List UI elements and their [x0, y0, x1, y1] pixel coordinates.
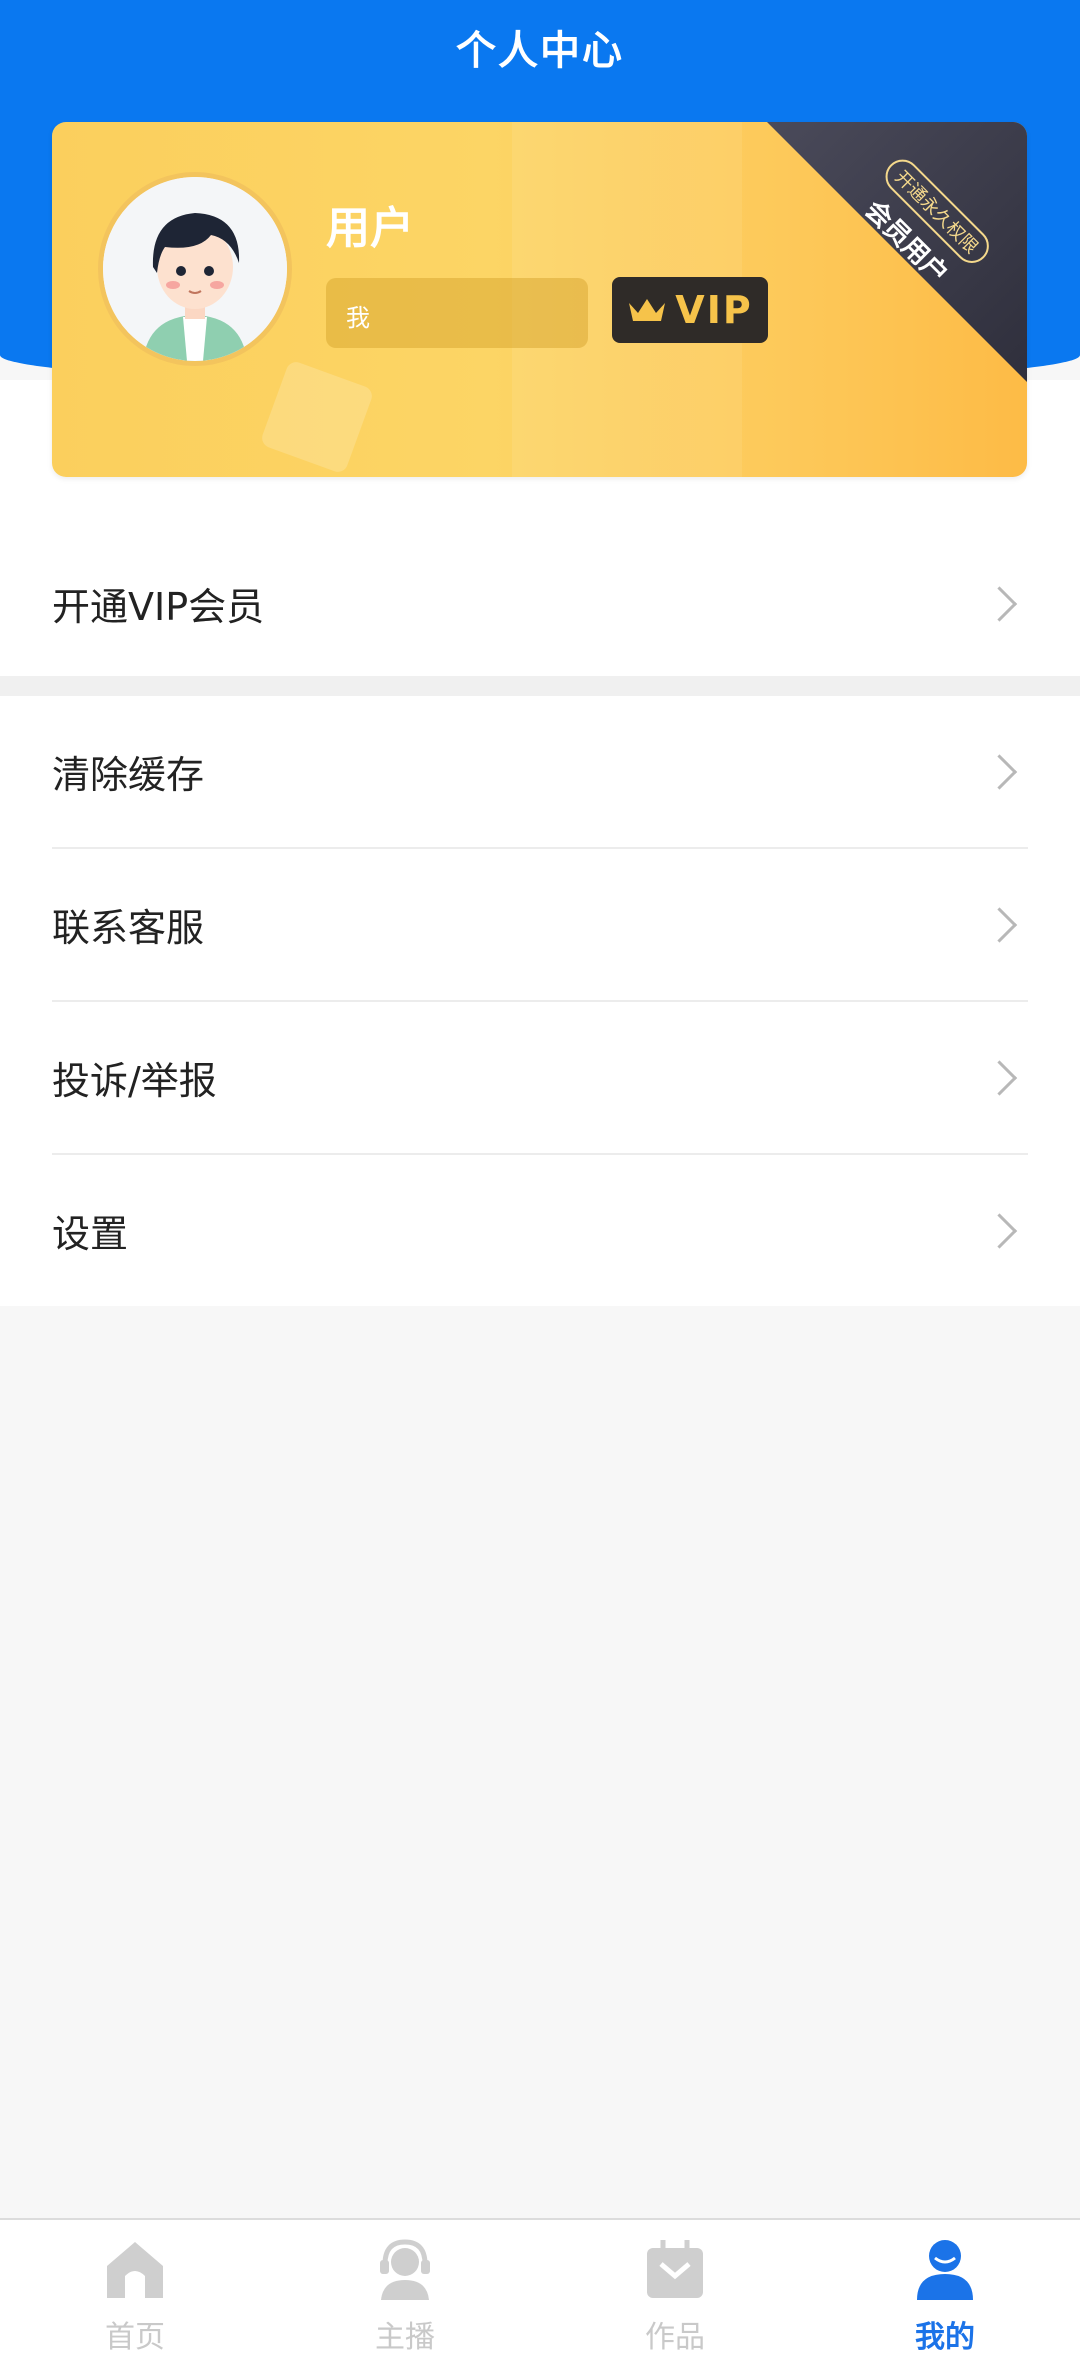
- menu-item-settings[interactable]: 设置: [52, 1155, 1028, 1306]
- home-icon: [107, 2242, 163, 2298]
- user-icon: [917, 2240, 973, 2300]
- menu-item-clear-cache[interactable]: 清除缓存: [52, 696, 1028, 849]
- menu-item-vip[interactable]: 开通VIP会员: [52, 528, 1028, 679]
- menu-label-clear-cache: 清除缓存: [52, 753, 205, 797]
- headset-icon: [380, 2239, 430, 2300]
- vip-label: VIP: [675, 288, 753, 332]
- tab-works[interactable]: 作品: [540, 2220, 810, 2375]
- menu-label-vip: 开通VIP会员: [52, 585, 265, 629]
- chevron-right-icon: [981, 1059, 1018, 1096]
- works-icon: [647, 2240, 703, 2298]
- chevron-right-icon: [981, 1212, 1018, 1249]
- vip-badge[interactable]: VIP: [612, 277, 768, 343]
- menu-group-vip: 开通VIP会员: [0, 528, 1080, 679]
- tab-anchor[interactable]: 主播: [270, 2220, 540, 2375]
- section-divider: [0, 676, 1080, 696]
- avatar[interactable]: [98, 172, 292, 366]
- menu-label-report: 投诉/举报: [52, 1059, 217, 1103]
- menu-item-report[interactable]: 投诉/举报: [52, 1002, 1028, 1155]
- chevron-right-icon: [981, 585, 1018, 622]
- user-id-pill[interactable]: 我: [326, 278, 588, 348]
- tab-label: 作品: [645, 2320, 705, 2355]
- card-decoration: [259, 359, 375, 475]
- crown-icon: [629, 299, 666, 321]
- avatar-icon: [103, 177, 287, 361]
- tab-label: 首页: [105, 2320, 165, 2355]
- menu-group-settings: 清除缓存 联系客服 投诉/举报 设置: [0, 696, 1080, 1306]
- page-title: 个人中心: [456, 28, 624, 74]
- tab-label: 我的: [915, 2320, 975, 2355]
- tab-mine[interactable]: 我的: [810, 2220, 1080, 2375]
- menu-label-contact: 联系客服: [52, 906, 205, 950]
- bottom-tab-bar: 首页 主播 作品 我的: [0, 2218, 1080, 2375]
- chevron-right-icon: [981, 753, 1018, 790]
- profile-card[interactable]: 开通永久权限 会员用户 用户 我 VIP: [52, 122, 1027, 477]
- menu-item-contact[interactable]: 联系客服: [52, 849, 1028, 1002]
- user-name: 用户: [326, 203, 414, 254]
- chevron-right-icon: [981, 906, 1018, 943]
- user-id-text: 我: [346, 304, 370, 332]
- tab-home[interactable]: 首页: [0, 2220, 270, 2375]
- menu-label-settings: 设置: [52, 1212, 129, 1256]
- tab-label: 主播: [375, 2320, 435, 2355]
